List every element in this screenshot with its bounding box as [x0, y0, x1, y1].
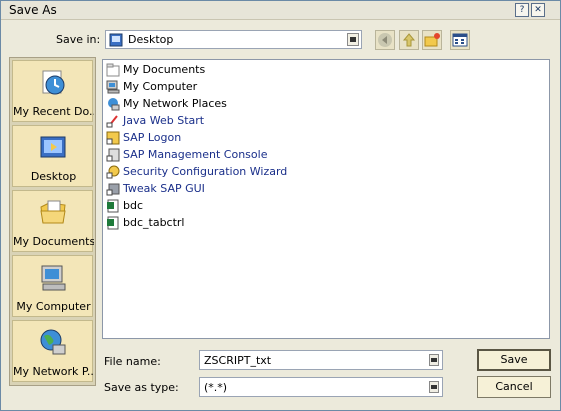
- file-name: SAP Management Console: [123, 148, 268, 161]
- window-title: Save As: [9, 3, 57, 17]
- place-label: My Computer: [16, 300, 91, 313]
- place-label: My Recent Do...: [13, 105, 94, 118]
- file-name: My Network Places: [123, 97, 227, 110]
- shortcut-sap-icon: [106, 131, 120, 145]
- place-my-network-places[interactable]: My Network P...: [12, 320, 94, 382]
- save-in-label: Save in:: [56, 33, 100, 46]
- computer-icon: [106, 80, 120, 94]
- title-bar: Save As ? ✕: [1, 1, 560, 20]
- file-name-value: ZSCRIPT_txt: [204, 354, 272, 367]
- save-as-type-label: Save as type:: [104, 381, 179, 394]
- file-name-field[interactable]: ZSCRIPT_txt: [199, 350, 443, 370]
- view-menu-icon: [452, 33, 468, 47]
- new-folder-button[interactable]: [422, 30, 442, 50]
- file-name: SAP Logon: [123, 131, 182, 144]
- file-name: My Documents: [123, 63, 206, 76]
- file-name: Java Web Start: [123, 114, 205, 127]
- my-documents-icon: [40, 200, 66, 224]
- save-button[interactable]: Save: [477, 349, 551, 371]
- shortcut-java-icon: [106, 115, 118, 128]
- save-as-type-select[interactable]: (*.*): [199, 377, 443, 397]
- place-label: My Documents: [13, 235, 94, 248]
- save-in-label-text: Save in:: [56, 33, 101, 46]
- file-name: My Computer: [123, 80, 198, 93]
- up-folder-button[interactable]: [399, 30, 419, 50]
- new-folder-icon: [424, 33, 440, 47]
- file-name: Tweak SAP GUI: [123, 182, 205, 195]
- back-button[interactable]: [375, 30, 395, 50]
- shortcut-tweak-icon: [106, 183, 120, 196]
- place-label: Desktop: [30, 170, 77, 183]
- save-in-combobox[interactable]: Desktop: [105, 30, 362, 49]
- excel-file-icon: [107, 216, 119, 230]
- excel-file-icon: [107, 199, 119, 213]
- cancel-button[interactable]: Cancel: [477, 376, 551, 398]
- close-button[interactable]: ✕: [531, 3, 545, 17]
- my-computer-icon: [41, 265, 66, 291]
- back-icon: [378, 33, 392, 47]
- place-label: My Network P...: [13, 365, 94, 378]
- network-places-icon: [40, 329, 66, 355]
- folder-icon: [106, 63, 120, 77]
- shortcut-console-icon: [106, 148, 120, 162]
- help-button[interactable]: ?: [515, 3, 529, 17]
- save-as-type-value: (*.*): [204, 381, 228, 394]
- save-in-value: Desktop: [128, 33, 174, 46]
- file-name: bdc_tabctrl: [123, 216, 185, 229]
- place-my-documents[interactable]: My Documents: [12, 190, 94, 252]
- desktop-icon: [109, 33, 123, 47]
- save-as-dialog: Save As ? ✕ Save in: Desktop My Recent D…: [0, 0, 561, 411]
- recent-documents-icon: [42, 70, 65, 95]
- place-my-computer[interactable]: My Computer: [12, 255, 93, 317]
- places-bar: My Recent Do... Desktop My Documents My …: [9, 57, 96, 386]
- network-icon: [108, 98, 120, 111]
- place-recent-documents[interactable]: My Recent Do...: [12, 60, 94, 122]
- place-desktop[interactable]: Desktop: [12, 125, 93, 187]
- up-folder-icon: [402, 33, 416, 47]
- chevron-down-icon[interactable]: [429, 381, 439, 393]
- file-list[interactable]: My Documents My Computer My Network Plac…: [102, 59, 550, 339]
- file-name: Security Configuration Wizard: [123, 165, 288, 178]
- chevron-down-icon[interactable]: [429, 354, 439, 366]
- shortcut-wizard-icon: [106, 165, 120, 179]
- desktop-icon: [40, 136, 66, 158]
- file-name: bdc: [123, 199, 144, 212]
- file-name-label: File name:: [104, 355, 161, 368]
- view-menu-button[interactable]: [450, 30, 470, 50]
- chevron-down-icon[interactable]: [347, 33, 359, 46]
